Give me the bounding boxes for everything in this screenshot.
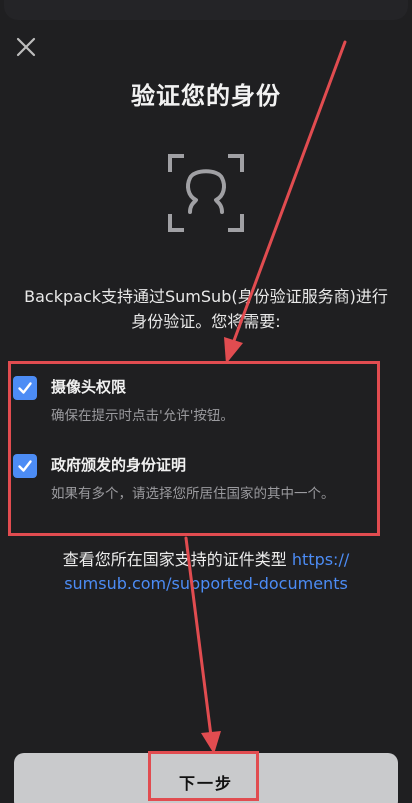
checkmark-icon: [18, 460, 32, 472]
arrow-head-1: [224, 337, 243, 364]
requirement-government-id[interactable]: 政府颁发的身份证明 如果有多个，请选择您所居住国家的其中一个。: [13, 454, 335, 504]
checkbox-checked[interactable]: [13, 376, 37, 400]
documents-prefix: 查看您所在国家支持的证件类型: [62, 550, 287, 569]
next-button[interactable]: 下一步: [14, 753, 398, 803]
requirement-camera[interactable]: 摄像头权限 确保在提示时点击'允许'按钮。: [13, 376, 234, 426]
requirement-title: 政府颁发的身份证明: [51, 456, 187, 474]
intro-line-1: Backpack支持通过SumSub(身份验证服务商)进行: [24, 287, 388, 306]
intro-text: Backpack支持通过SumSub(身份验证服务商)进行 身份验证。您将需要:: [8, 284, 404, 334]
checkmark-icon: [18, 382, 32, 394]
requirement-title: 摄像头权限: [51, 378, 127, 396]
requirement-description: 如果有多个，请选择您所居住国家的其中一个。: [51, 486, 335, 502]
requirement-description: 确保在提示时点击'允许'按钮。: [51, 408, 234, 424]
arrow-head-2: [201, 731, 221, 754]
face-scan-icon: [168, 154, 244, 232]
close-icon: [16, 37, 36, 57]
intro-line-2: 身份验证。您将需要:: [131, 312, 281, 331]
supported-documents-text: 查看您所在国家支持的证件类型 https:// sumsub.com/suppo…: [8, 548, 404, 596]
top-sheet-edge: [4, 0, 408, 20]
close-button[interactable]: [12, 33, 40, 61]
page-title: 验证您的身份: [131, 82, 281, 110]
link-part-2: sumsub.com/supported-documents: [64, 574, 348, 593]
next-button-label: 下一步: [178, 776, 233, 793]
verify-identity-screen: 验证您的身份 Backpack支持通过SumSub(身份验证服务商)进行 身份验…: [0, 0, 412, 803]
link-part-1: https://: [291, 550, 350, 569]
checkbox-checked[interactable]: [13, 454, 37, 478]
